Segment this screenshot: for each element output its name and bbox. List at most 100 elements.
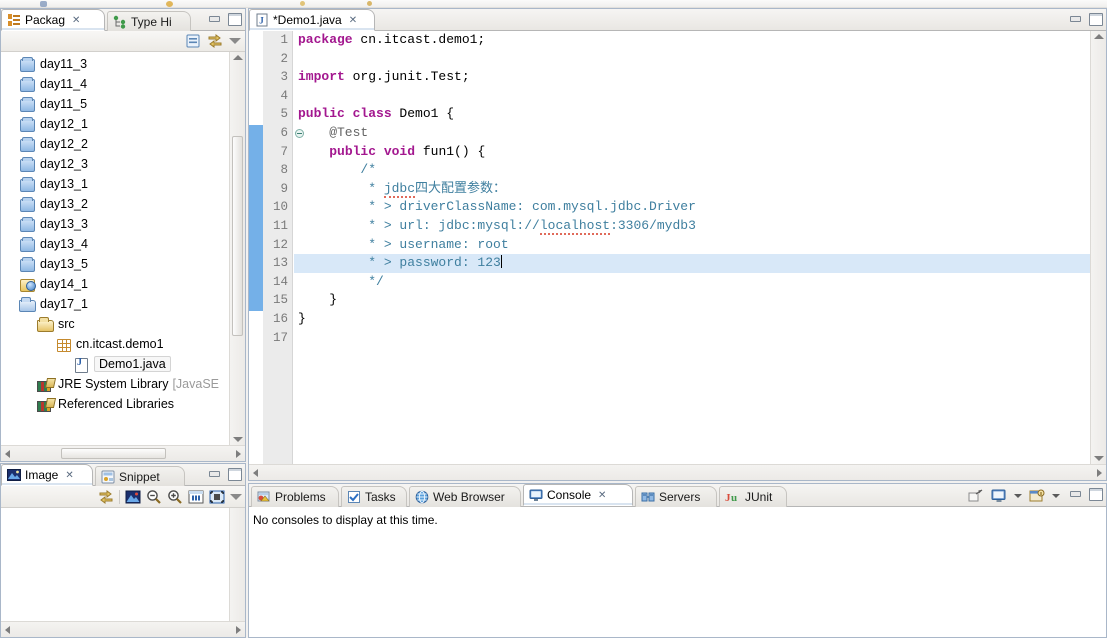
code-line[interactable]: public class Demo1 { [294,105,1090,124]
package-explorer-vscrollbar[interactable] [229,52,245,445]
tree-item[interactable]: day13_4 [1,234,229,254]
image-icon[interactable] [125,489,141,505]
code-line[interactable]: * > url: jdbc:mysql://localhost:3306/myd… [294,217,1090,236]
tab-junit[interactable]: Ju JUnit [719,486,787,507]
image-vscrollbar[interactable] [229,508,245,621]
minimize-button[interactable] [207,467,221,480]
tab-console[interactable]: Console ✕ [523,484,633,506]
code-line[interactable]: /* [294,161,1090,180]
scroll-right-icon[interactable] [236,450,241,458]
maximize-button[interactable] [227,467,242,481]
code-line[interactable]: * > driverClassName: com.mysql.jdbc.Driv… [294,198,1090,217]
tab-problems[interactable]: Problems [251,486,339,507]
code-line[interactable]: * > password: 123 [294,254,1090,273]
tree-item[interactable]: day12_3 [1,154,229,174]
tab-tasks[interactable]: Tasks [341,486,407,507]
toolbar-icon-2[interactable] [166,1,173,7]
maximize-button[interactable] [1088,12,1103,26]
tree-item[interactable]: day14_1 [1,274,229,294]
new-console-dropdown-icon[interactable] [1052,494,1060,498]
project-tree[interactable]: day11_3 day11_4 day11_5 day12_1 day12_2 day12… [1,52,229,445]
source-code[interactable]: package cn.itcast.demo1; import org.juni… [294,31,1090,464]
code-line[interactable] [294,329,1090,348]
toolbar-icon-4[interactable] [367,1,372,6]
tree-item[interactable]: Demo1.java [1,354,229,374]
toolbar-icon-3[interactable] [300,1,305,6]
view-menu-icon[interactable] [230,494,242,500]
tab-web-browser[interactable]: Web Browser [409,486,521,507]
scroll-down-icon[interactable] [1094,456,1104,461]
maximize-button[interactable] [227,12,242,26]
maximize-button[interactable] [1088,487,1103,501]
tree-item[interactable]: Referenced Libraries [1,394,229,414]
fit-page-icon[interactable] [209,489,225,505]
tab-snippet[interactable]: Snippet [95,466,185,486]
scroll-left-icon[interactable] [5,626,10,634]
scroll-left-icon[interactable] [5,450,10,458]
close-icon[interactable]: ✕ [65,470,73,481]
image-hscrollbar[interactable] [1,621,245,637]
scroll-up-icon[interactable] [1094,34,1104,39]
editor-vscrollbar[interactable] [1090,31,1106,464]
tree-item[interactable]: src [1,314,229,334]
tree-item[interactable]: day11_4 [1,74,229,94]
console-output[interactable]: No consoles to display at this time. [249,507,1106,637]
tab-package-explorer[interactable]: Packag ✕ [1,9,105,31]
tree-item[interactable]: day17_1 [1,294,229,314]
close-icon[interactable]: ✕ [72,15,80,26]
code-line[interactable]: package cn.itcast.demo1; [294,31,1090,50]
code-line[interactable]: import org.junit.Test; [294,68,1090,87]
scroll-down-icon[interactable] [233,437,243,442]
tree-item[interactable]: JRE System Library [JavaSE [1,374,229,394]
tree-item[interactable]: day13_2 [1,194,229,214]
code-line[interactable]: } [294,291,1090,310]
link-with-editor-icon[interactable] [207,33,223,49]
code-line[interactable]: public void fun1() { [294,143,1090,162]
refresh-icon[interactable] [98,489,114,505]
minimize-button[interactable] [1068,12,1082,25]
open-console-icon[interactable] [968,488,984,504]
close-icon[interactable]: ✕ [349,15,357,26]
tree-item[interactable]: cn.itcast.demo1 [1,334,229,354]
editor-hscrollbar[interactable] [249,464,1106,480]
tab-image[interactable]: Image ✕ [1,464,93,486]
tree-item[interactable]: day11_5 [1,94,229,114]
code-line[interactable]: * jdbc四大配置参数： [294,180,1090,199]
display-selected-console-icon[interactable] [991,488,1007,504]
code-line[interactable]: */ [294,273,1090,292]
tab-type-hierarchy[interactable]: Type Hi [107,11,191,31]
console-dropdown-icon[interactable] [1014,494,1022,498]
fit-width-icon[interactable] [188,489,204,505]
minimize-button[interactable] [207,12,221,25]
code-line[interactable]: * > username: root [294,236,1090,255]
code-line[interactable]: } [294,310,1090,329]
tab-servers[interactable]: Servers [635,486,717,507]
scroll-up-icon[interactable] [233,55,243,60]
tree-item[interactable]: day11_3 [1,54,229,74]
annotation-ruler[interactable] [249,31,263,464]
image-canvas[interactable] [1,508,245,637]
scroll-right-icon[interactable] [1097,469,1102,477]
collapse-all-icon[interactable] [185,33,201,49]
code-line[interactable] [294,50,1090,69]
scroll-right-icon[interactable] [236,626,241,634]
scroll-left-icon[interactable] [253,469,258,477]
toolbar-icon-1[interactable] [40,1,47,7]
vscroll-thumb[interactable] [232,136,243,336]
minimize-button[interactable] [1068,487,1082,500]
zoom-out-icon[interactable] [146,489,162,505]
code-line[interactable] [294,87,1090,106]
tree-item[interactable]: day12_1 [1,114,229,134]
code-line[interactable]: @Test [294,124,1090,143]
new-console-view-icon[interactable] [1029,488,1045,504]
view-menu-icon[interactable] [229,38,241,44]
hscroll-thumb[interactable] [61,448,166,459]
tab-demo1-java[interactable]: J *Demo1.java ✕ [249,9,375,31]
tree-item[interactable]: day13_1 [1,174,229,194]
zoom-in-icon[interactable] [167,489,183,505]
package-explorer-hscrollbar[interactable] [1,445,245,461]
close-icon[interactable]: ✕ [598,490,606,501]
tree-item[interactable]: day12_2 [1,134,229,154]
tree-item[interactable]: day13_5 [1,254,229,274]
tree-item[interactable]: day13_3 [1,214,229,234]
